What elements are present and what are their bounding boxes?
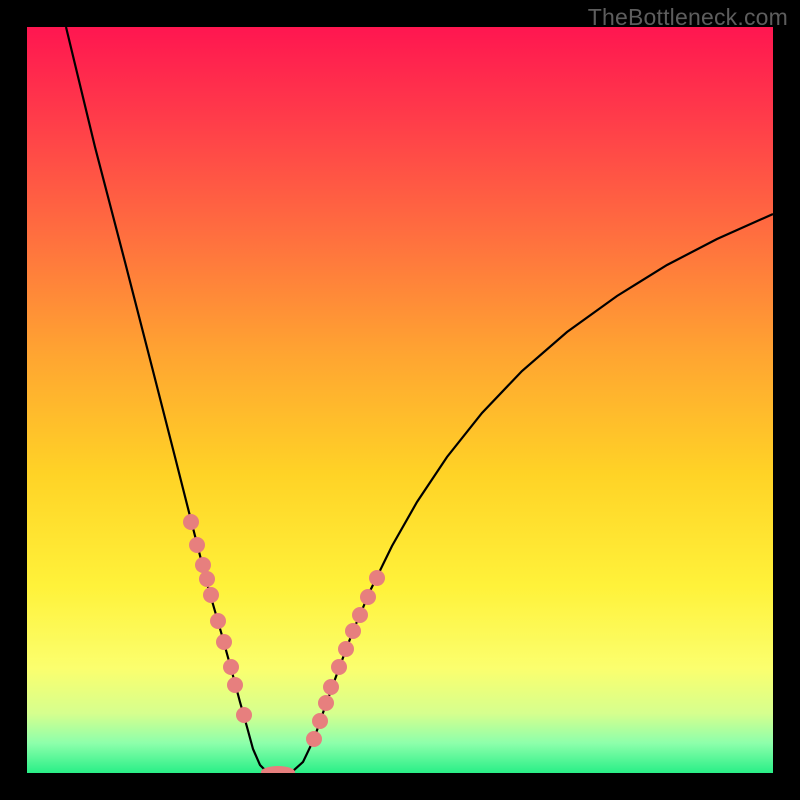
data-dot	[216, 634, 232, 650]
data-dot	[223, 659, 239, 675]
data-dot	[306, 731, 322, 747]
data-dot	[369, 570, 385, 586]
data-dot	[210, 613, 226, 629]
data-dot	[360, 589, 376, 605]
chart-plot-area	[27, 27, 773, 773]
bottleneck-curve-svg	[27, 27, 773, 773]
data-dot	[331, 659, 347, 675]
data-dot	[318, 695, 334, 711]
data-dot	[312, 713, 328, 729]
data-dot	[352, 607, 368, 623]
data-dot	[345, 623, 361, 639]
data-dot	[195, 557, 211, 573]
data-dot	[189, 537, 205, 553]
data-dot	[227, 677, 243, 693]
data-dot	[338, 641, 354, 657]
main-curve	[66, 27, 773, 773]
data-dot	[236, 707, 252, 723]
data-dot	[199, 571, 215, 587]
minimum-marker	[261, 766, 295, 773]
data-dots-group	[183, 514, 385, 747]
watermark-text: TheBottleneck.com	[588, 4, 788, 31]
data-dot	[183, 514, 199, 530]
data-dot	[323, 679, 339, 695]
data-dot	[203, 587, 219, 603]
